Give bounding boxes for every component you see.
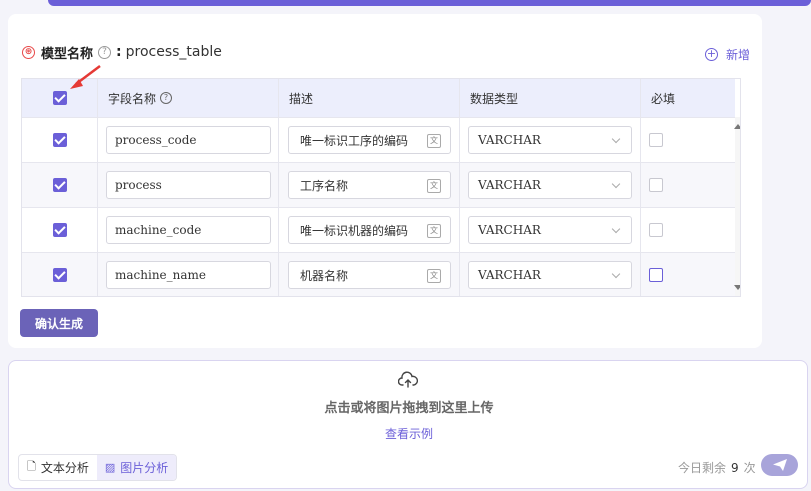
help-icon[interactable]: ?: [160, 92, 173, 104]
data-type-value: VARCHAR: [478, 133, 541, 147]
data-type-select[interactable]: VARCHAR: [468, 126, 632, 154]
description-text: 唯一标识机器的编码: [300, 223, 409, 238]
send-icon: [772, 459, 787, 471]
table-row: process 工序名称 文 VARCHAR: [22, 162, 735, 207]
chevron-down-icon: [611, 224, 621, 234]
table-header: 字段名称 ? 描述 数据类型 必填: [22, 79, 735, 117]
top-accent-bar: [48, 0, 811, 6]
tab-image-analysis[interactable]: ▨ 图片分析: [96, 455, 177, 480]
data-type-value: VARCHAR: [478, 178, 541, 192]
description-text: 机器名称: [300, 268, 349, 283]
quota-count: 9: [731, 460, 739, 475]
field-name-input[interactable]: machine_name: [106, 261, 271, 289]
required-checkbox[interactable]: [649, 178, 663, 192]
field-name-input[interactable]: machine_code: [106, 216, 271, 244]
tab-text-analysis[interactable]: 🗋 文本分析: [19, 455, 97, 480]
analysis-mode-tabs: 🗋 文本分析 ▨ 图片分析: [18, 454, 178, 481]
required-checkbox[interactable]: [649, 133, 663, 147]
translate-icon[interactable]: 文: [427, 269, 441, 283]
header-description: 描述: [289, 91, 314, 106]
quota-suffix: 次: [743, 461, 756, 475]
model-config-card: ⊛ 模型名称 ? : process_table + 新增 字段名称 ? 描述 …: [8, 14, 762, 348]
chevron-down-icon: [611, 134, 621, 144]
translate-icon[interactable]: 文: [427, 134, 441, 148]
row-select-checkbox[interactable]: [52, 268, 67, 282]
data-type-value: VARCHAR: [478, 223, 541, 237]
upload-prompt: 点击或将图片拖拽到这里上传: [324, 401, 494, 416]
required-checkbox[interactable]: [649, 223, 663, 237]
image-icon: ▨: [104, 461, 116, 474]
data-type-value: VARCHAR: [478, 268, 541, 282]
tab-image-label: 图片分析: [120, 461, 169, 475]
table-row: machine_name 机器名称 文 VARCHAR: [22, 252, 735, 296]
row-select-checkbox[interactable]: [52, 223, 67, 237]
data-type-select[interactable]: VARCHAR: [468, 171, 632, 199]
description-input[interactable]: 机器名称 文: [288, 261, 451, 289]
daily-quota: 今日剩余 9 次: [678, 459, 756, 476]
field-name-input[interactable]: process: [106, 171, 271, 199]
table-row: machine_code 唯一标识机器的编码 文 VARCHAR: [22, 207, 735, 252]
table-scrollbar[interactable]: [734, 117, 740, 296]
confirm-generate-button[interactable]: 确认生成: [20, 309, 98, 337]
data-type-select[interactable]: VARCHAR: [468, 261, 632, 289]
fields-table: 字段名称 ? 描述 数据类型 必填 process_code 唯一标识工序的编码…: [21, 78, 741, 297]
scroll-up-arrow-icon[interactable]: [734, 124, 740, 129]
image-upload-panel[interactable]: 点击或将图片拖拽到这里上传 查看示例 🗋 文本分析 ▨ 图片分析 今日剩余 9 …: [8, 360, 808, 489]
quota-prefix: 今日剩余: [678, 461, 727, 475]
add-field-button[interactable]: + 新增: [705, 46, 750, 63]
select-all-checkbox[interactable]: [52, 91, 67, 105]
required-checkbox[interactable]: [649, 268, 663, 282]
send-button[interactable]: [761, 454, 798, 476]
table-row: process_code 唯一标识工序的编码 文 VARCHAR: [22, 117, 735, 162]
model-name-colon: :: [116, 44, 122, 60]
help-icon[interactable]: ?: [98, 45, 112, 59]
tab-text-label: 文本分析: [40, 461, 89, 475]
scroll-down-arrow-icon[interactable]: [734, 285, 740, 290]
header-field-name: 字段名称: [108, 91, 157, 106]
model-name-row: ⊛ 模型名称 ? : process_table: [22, 42, 222, 62]
header-required: 必填: [651, 91, 676, 106]
description-text: 工序名称: [300, 178, 349, 193]
field-name-input[interactable]: process_code: [106, 126, 271, 154]
chevron-down-icon: [611, 179, 621, 189]
description-input[interactable]: 工序名称 文: [288, 171, 451, 199]
description-input[interactable]: 唯一标识工序的编码 文: [288, 126, 451, 154]
required-icon: ⊛: [22, 45, 35, 59]
chevron-down-icon: [611, 269, 621, 279]
description-input[interactable]: 唯一标识机器的编码 文: [288, 216, 451, 244]
translate-icon[interactable]: 文: [427, 224, 441, 238]
plus-circle-icon: +: [705, 47, 718, 61]
row-select-checkbox[interactable]: [52, 178, 67, 192]
document-icon: 🗋: [27, 460, 36, 473]
row-select-checkbox[interactable]: [52, 133, 67, 147]
translate-icon[interactable]: 文: [427, 179, 441, 193]
add-field-label: 新增: [726, 48, 751, 62]
cloud-upload-icon: [398, 371, 418, 388]
data-type-select[interactable]: VARCHAR: [468, 216, 632, 244]
header-data-type: 数据类型: [470, 91, 519, 106]
model-name-value: process_table: [125, 44, 222, 60]
view-example-link[interactable]: 查看示例: [9, 425, 809, 442]
model-name-label: 模型名称: [41, 46, 94, 62]
description-text: 唯一标识工序的编码: [300, 133, 409, 148]
